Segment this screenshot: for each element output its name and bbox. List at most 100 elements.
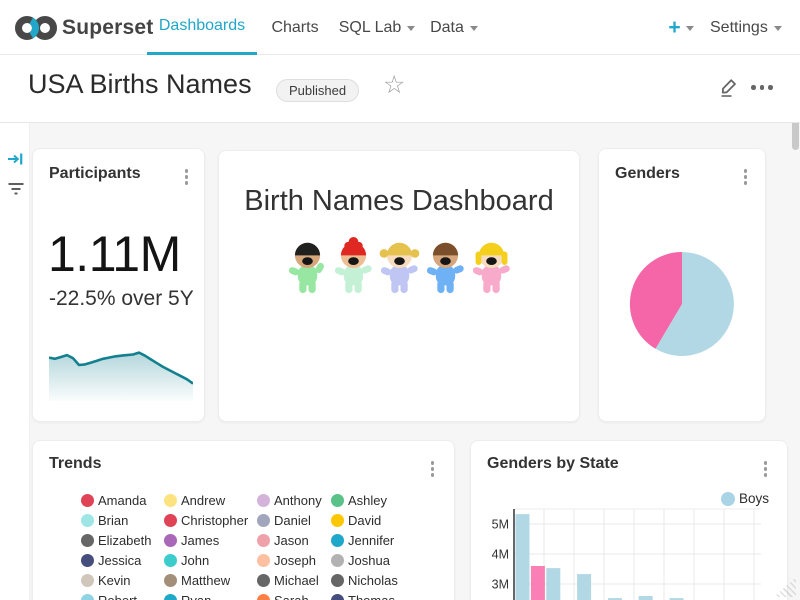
nav-item-dashboards[interactable]: Dashboards (147, 0, 257, 55)
legend-label: Jennifer (348, 533, 394, 548)
legend-item-james[interactable]: James (164, 533, 219, 547)
legend-swatch (257, 494, 270, 507)
edit-dashboard-icon[interactable] (718, 76, 740, 103)
chart-menu-icon[interactable] (760, 457, 772, 481)
children-illustration (219, 237, 579, 295)
legend-item-amanda[interactable]: Amanda (81, 493, 146, 507)
big-number-value: 1.11M (48, 225, 181, 283)
legend-item-christopher[interactable]: Christopher (164, 513, 248, 527)
legend-item-joshua[interactable]: Joshua (331, 553, 390, 567)
filter-list-icon[interactable] (7, 181, 25, 201)
genders-card: Genders (598, 148, 766, 422)
genders-pie-chart[interactable] (627, 249, 737, 359)
legend-label: Daniel (274, 513, 311, 528)
trends-legend: Amanda Andrew Anthony Ashley Brian Christophe… (33, 441, 454, 600)
superset-logo-icon[interactable] (14, 13, 58, 48)
dashboard-header: USA Births Names Published ☆ (0, 55, 800, 123)
plus-icon: + (668, 0, 680, 55)
child-figure (377, 237, 422, 295)
legend-label: Sarah (274, 593, 309, 600)
legend-item-andrew[interactable]: Andrew (164, 493, 225, 507)
legend-item-thomas[interactable]: Thomas (331, 593, 395, 600)
legend-item-ashley[interactable]: Ashley (331, 493, 387, 507)
legend-item-anthony[interactable]: Anthony (257, 493, 322, 507)
legend-label: Michael (274, 573, 319, 588)
nav-item-sql-lab[interactable]: SQL Lab (332, 0, 422, 55)
legend-item-robert[interactable]: Robert (81, 593, 137, 600)
legend-item-michael[interactable]: Michael (257, 573, 319, 587)
legend-item-kevin[interactable]: Kevin (81, 573, 131, 587)
legend-swatch (164, 534, 177, 547)
legend-item-joseph[interactable]: Joseph (257, 553, 316, 567)
legend-item-matthew[interactable]: Matthew (164, 573, 230, 587)
markdown-heading: Birth Names Dashboard (219, 185, 579, 218)
legend-label: Andrew (181, 493, 225, 508)
child-figure (285, 237, 330, 295)
legend-label: James (181, 533, 219, 548)
legend-swatch (81, 534, 94, 547)
legend-item-nicholas[interactable]: Nicholas (331, 573, 398, 587)
more-actions-icon[interactable] (751, 85, 773, 90)
legend-swatch (257, 594, 270, 600)
legend-swatch (164, 594, 177, 600)
legend-label: Robert (98, 593, 137, 600)
expand-filter-bar-icon[interactable] (7, 151, 24, 172)
big-number-subheader: -22.5% over 5Y (49, 287, 194, 311)
legend-swatch (257, 514, 270, 527)
chevron-down-icon (774, 26, 782, 31)
settings-menu[interactable]: Settings (702, 0, 790, 55)
legend-swatch (164, 574, 177, 587)
legend-item-david[interactable]: David (331, 513, 381, 527)
genders-by-state-bar-chart[interactable]: 5M4M3M (487, 503, 771, 600)
brand-name[interactable]: Superset (62, 0, 153, 55)
legend-item-elizabeth[interactable]: Elizabeth (81, 533, 151, 547)
participants-card: Participants 1.11M -22.5% over 5Y (32, 148, 205, 422)
svg-text:3M: 3M (492, 578, 509, 592)
legend-label: Nicholas (348, 573, 398, 588)
chart-title: Genders by State (487, 455, 619, 473)
trends-card: Trends AmandaAndrewAnthonyAshleyBrianChr… (32, 440, 455, 600)
legend-swatch (331, 574, 344, 587)
legend-item-jason[interactable]: Jason (257, 533, 309, 547)
published-badge[interactable]: Published (276, 79, 359, 102)
nav-item-data[interactable]: Data (421, 0, 487, 55)
legend-item-jessica[interactable]: Jessica (81, 553, 141, 567)
legend-label: Jessica (98, 553, 141, 568)
settings-label: Settings (710, 19, 768, 37)
chart-menu-icon[interactable] (740, 165, 752, 189)
participants-sparkline-chart[interactable] (49, 339, 193, 401)
svg-text:5M: 5M (492, 518, 509, 532)
legend-swatch (331, 554, 344, 567)
legend-swatch (257, 534, 270, 547)
legend-swatch (331, 494, 344, 507)
legend-label: Kevin (98, 573, 131, 588)
nav-item-label: SQL Lab (339, 19, 402, 37)
legend-swatch (81, 494, 94, 507)
legend-label: Joseph (274, 553, 316, 568)
legend-item-daniel[interactable]: Daniel (257, 513, 311, 527)
genders-by-state-card: Genders by State Boys 5M4M3M (470, 440, 788, 600)
legend-swatch (331, 534, 344, 547)
legend-swatch (331, 594, 344, 600)
legend-label: Brian (98, 513, 128, 528)
nav-item-label: Dashboards (159, 17, 245, 35)
nav-item-label: Charts (271, 19, 318, 37)
nav-item-charts[interactable]: Charts (258, 0, 332, 55)
legend-item-sarah[interactable]: Sarah (257, 593, 309, 600)
chart-menu-icon[interactable] (181, 165, 193, 189)
top-navbar: Superset Dashboards Charts SQL Lab Data + S… (0, 0, 800, 55)
legend-item-brian[interactable]: Brian (81, 513, 128, 527)
new-dropdown-button[interactable]: + (664, 0, 698, 55)
legend-swatch (164, 494, 177, 507)
child-figure (469, 237, 514, 295)
legend-swatch (81, 554, 94, 567)
legend-item-jennifer[interactable]: Jennifer (331, 533, 394, 547)
chart-title: Genders (615, 165, 680, 183)
legend-swatch (257, 574, 270, 587)
legend-item-ryan[interactable]: Ryan (164, 593, 211, 600)
filter-bar-collapsed (0, 123, 30, 600)
favorite-star-icon[interactable]: ☆ (383, 70, 405, 100)
legend-swatch (164, 554, 177, 567)
page-title: USA Births Names (28, 69, 252, 100)
legend-item-john[interactable]: John (164, 553, 209, 567)
